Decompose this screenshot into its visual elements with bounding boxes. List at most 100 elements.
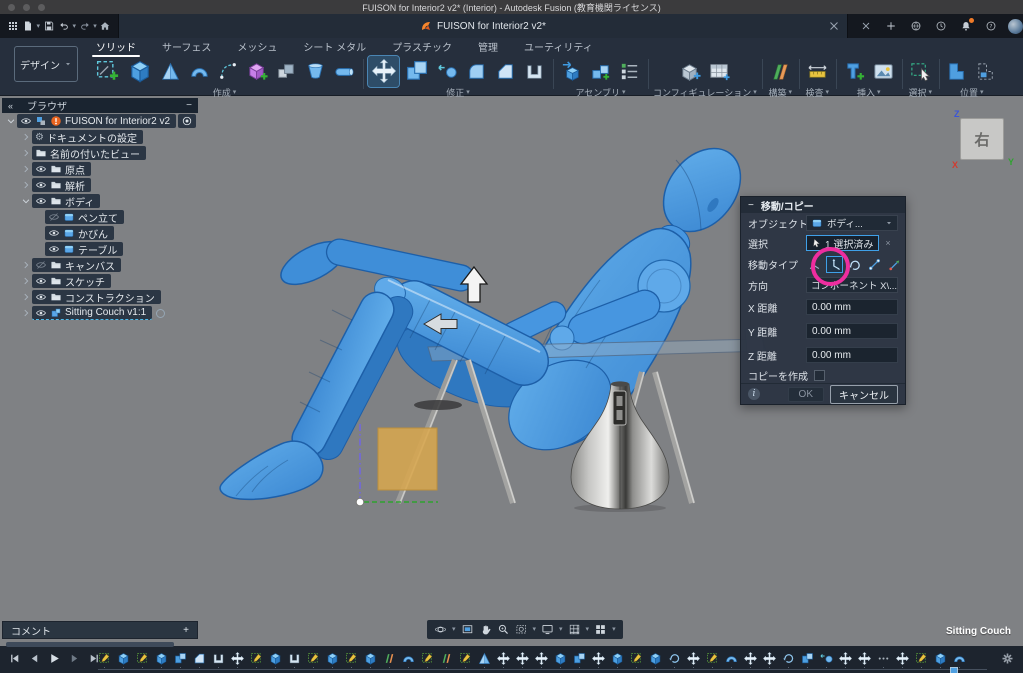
nav-quad-button[interactable] <box>594 623 607 636</box>
tool-ruler-button[interactable] <box>804 58 831 85</box>
timeline-feature-36[interactable] <box>760 649 779 668</box>
ribbon-tab-1[interactable]: ソリッド <box>96 39 136 54</box>
quick-file-button[interactable] <box>21 18 34 35</box>
browser-item-chip-ドキュメントの設定[interactable]: ⚙ドキュメントの設定 <box>32 130 143 144</box>
browser-item-row[interactable]: 解析 <box>2 177 212 193</box>
browser-root-row[interactable]: FUISON for Interior2 v2 <box>2 113 212 129</box>
timeline-feature-10[interactable] <box>266 649 285 668</box>
minimize-panel-icon[interactable]: − <box>186 100 192 111</box>
browser-item-chip-解析[interactable]: 解析 <box>32 178 91 192</box>
timeline-feature-20[interactable] <box>456 649 475 668</box>
timeline-feature-46[interactable] <box>950 649 969 668</box>
eye-hidden-icon[interactable] <box>48 211 60 223</box>
chev-icon[interactable] <box>21 292 31 302</box>
timeline-feature-12[interactable] <box>304 649 323 668</box>
strip-close-button[interactable] <box>858 18 874 34</box>
timeline-feature-8[interactable] <box>228 649 247 668</box>
tool-insertT-button[interactable] <box>841 58 868 85</box>
info-icon[interactable]: i <box>748 388 760 400</box>
timeline-feature-43[interactable] <box>893 649 912 668</box>
tool-bom-button[interactable] <box>616 58 643 85</box>
tool-offsetf-button[interactable] <box>434 58 461 85</box>
collapse-panel-icon[interactable]: « <box>8 101 13 111</box>
tool-dome-button[interactable] <box>186 58 213 85</box>
browser-item-chip-かびん[interactable]: かびん <box>45 226 114 240</box>
tool-configcube-button[interactable] <box>677 58 704 85</box>
playback-skipstart-button[interactable] <box>8 652 21 665</box>
view-cube[interactable]: Z 右 X Y <box>956 112 1008 166</box>
tool-blocks-button[interactable] <box>273 58 300 85</box>
close-tab-icon[interactable] <box>827 19 841 33</box>
timeline-feature-19[interactable] <box>437 649 456 668</box>
nav-caret-icon[interactable]: ▾ <box>559 626 563 633</box>
timeline-feature-3[interactable] <box>133 649 152 668</box>
dialog-header[interactable]: − 移動/コピー <box>741 197 905 213</box>
timeline-feature-27[interactable] <box>589 649 608 668</box>
tool-sketchnew-button[interactable] <box>91 56 122 87</box>
nav-caret-icon[interactable]: ▾ <box>612 626 616 633</box>
timeline-feature-42[interactable] <box>874 649 893 668</box>
timeline-feature-26[interactable] <box>570 649 589 668</box>
strip-clock-button[interactable] <box>933 18 949 34</box>
quick-appgrid-button[interactable] <box>6 18 19 35</box>
tool-fillet-button[interactable] <box>463 58 490 85</box>
tool-cube-button[interactable] <box>124 56 155 87</box>
browser-root-chip[interactable]: FUISON for Interior2 v2 <box>17 114 176 128</box>
browser-item-chip-キャンバス[interactable]: キャンバス <box>32 258 121 272</box>
timeline-feature-40[interactable] <box>836 649 855 668</box>
nav-zoom-button[interactable] <box>497 623 510 636</box>
quick-home-button[interactable] <box>99 18 112 35</box>
tool-loft-button[interactable] <box>302 58 329 85</box>
ribbon-tab-5[interactable]: プラスチック <box>392 39 452 54</box>
timeline-feature-23[interactable] <box>513 649 532 668</box>
timeline-feature-4[interactable] <box>152 649 171 668</box>
timeline-feature-21[interactable] <box>475 649 494 668</box>
timeline-feature-11[interactable] <box>285 649 304 668</box>
nav-caret-icon[interactable]: ▾ <box>533 626 537 633</box>
chev-icon[interactable] <box>21 148 31 158</box>
eye-visible-icon[interactable] <box>35 195 47 207</box>
browser-item-chip-ボディ[interactable]: ボディ <box>32 194 100 208</box>
activate-component-chip[interactable] <box>178 114 196 128</box>
timeline-feature-17[interactable] <box>399 649 418 668</box>
browser-item-chip-テーブル[interactable]: テーブル <box>45 242 123 256</box>
object-type-dropdown[interactable]: ボディ... <box>806 215 898 231</box>
quick-redo-button[interactable] <box>78 18 91 35</box>
timeline-feature-6[interactable] <box>190 649 209 668</box>
timeline-feature-2[interactable] <box>114 649 133 668</box>
tool-form-button[interactable] <box>244 58 271 85</box>
browser-item-row[interactable]: コンストラクション <box>2 289 212 305</box>
browser-item-chip-スケッチ[interactable]: スケッチ <box>32 274 111 288</box>
tool-image-button[interactable] <box>870 58 897 85</box>
nav-orbit-button[interactable] <box>434 623 447 636</box>
direction-dropdown[interactable]: コンポーネント X\... <box>806 277 898 293</box>
playback-stepback-button[interactable] <box>28 652 41 665</box>
quick-save-button[interactable] <box>42 18 55 35</box>
timeline-feature-9[interactable] <box>247 649 266 668</box>
browser-item-row[interactable]: テーブル <box>2 241 212 257</box>
timeline-feature-16[interactable] <box>380 649 399 668</box>
z-distance-input[interactable]: 0.00 mm <box>806 347 898 363</box>
tool-posB-button[interactable] <box>973 58 1000 85</box>
move-type-triad-button[interactable] <box>806 256 823 273</box>
ribbon-tab-7[interactable]: ユーティリティ <box>524 39 593 54</box>
timeline-feature-1[interactable] <box>95 649 114 668</box>
clear-selection-icon[interactable]: × <box>885 238 890 248</box>
tool-newcomp-button[interactable] <box>558 58 585 85</box>
timeline-feature-18[interactable] <box>418 649 437 668</box>
tool-press-button[interactable] <box>401 56 432 87</box>
strip-plus-button[interactable] <box>883 18 899 34</box>
move-type-arrowdiag-button[interactable] <box>886 256 903 273</box>
playback-play-button[interactable] <box>48 652 61 665</box>
timeline-feature-28[interactable] <box>608 649 627 668</box>
chev-icon[interactable] <box>21 164 31 174</box>
browser-item-row[interactable]: かびん <box>2 225 212 241</box>
timeline-feature-24[interactable] <box>532 649 551 668</box>
timeline-marker[interactable] <box>950 667 958 673</box>
browser-item-row[interactable]: 名前の付いたビュー <box>2 145 212 161</box>
chev-icon[interactable] <box>21 276 31 286</box>
chev-icon[interactable] <box>21 132 31 142</box>
tool-tri-button[interactable] <box>157 58 184 85</box>
selection-chip[interactable]: 1 選択済み <box>806 235 879 251</box>
browser-item-row[interactable]: Sitting Couch v1:1 <box>2 305 212 321</box>
